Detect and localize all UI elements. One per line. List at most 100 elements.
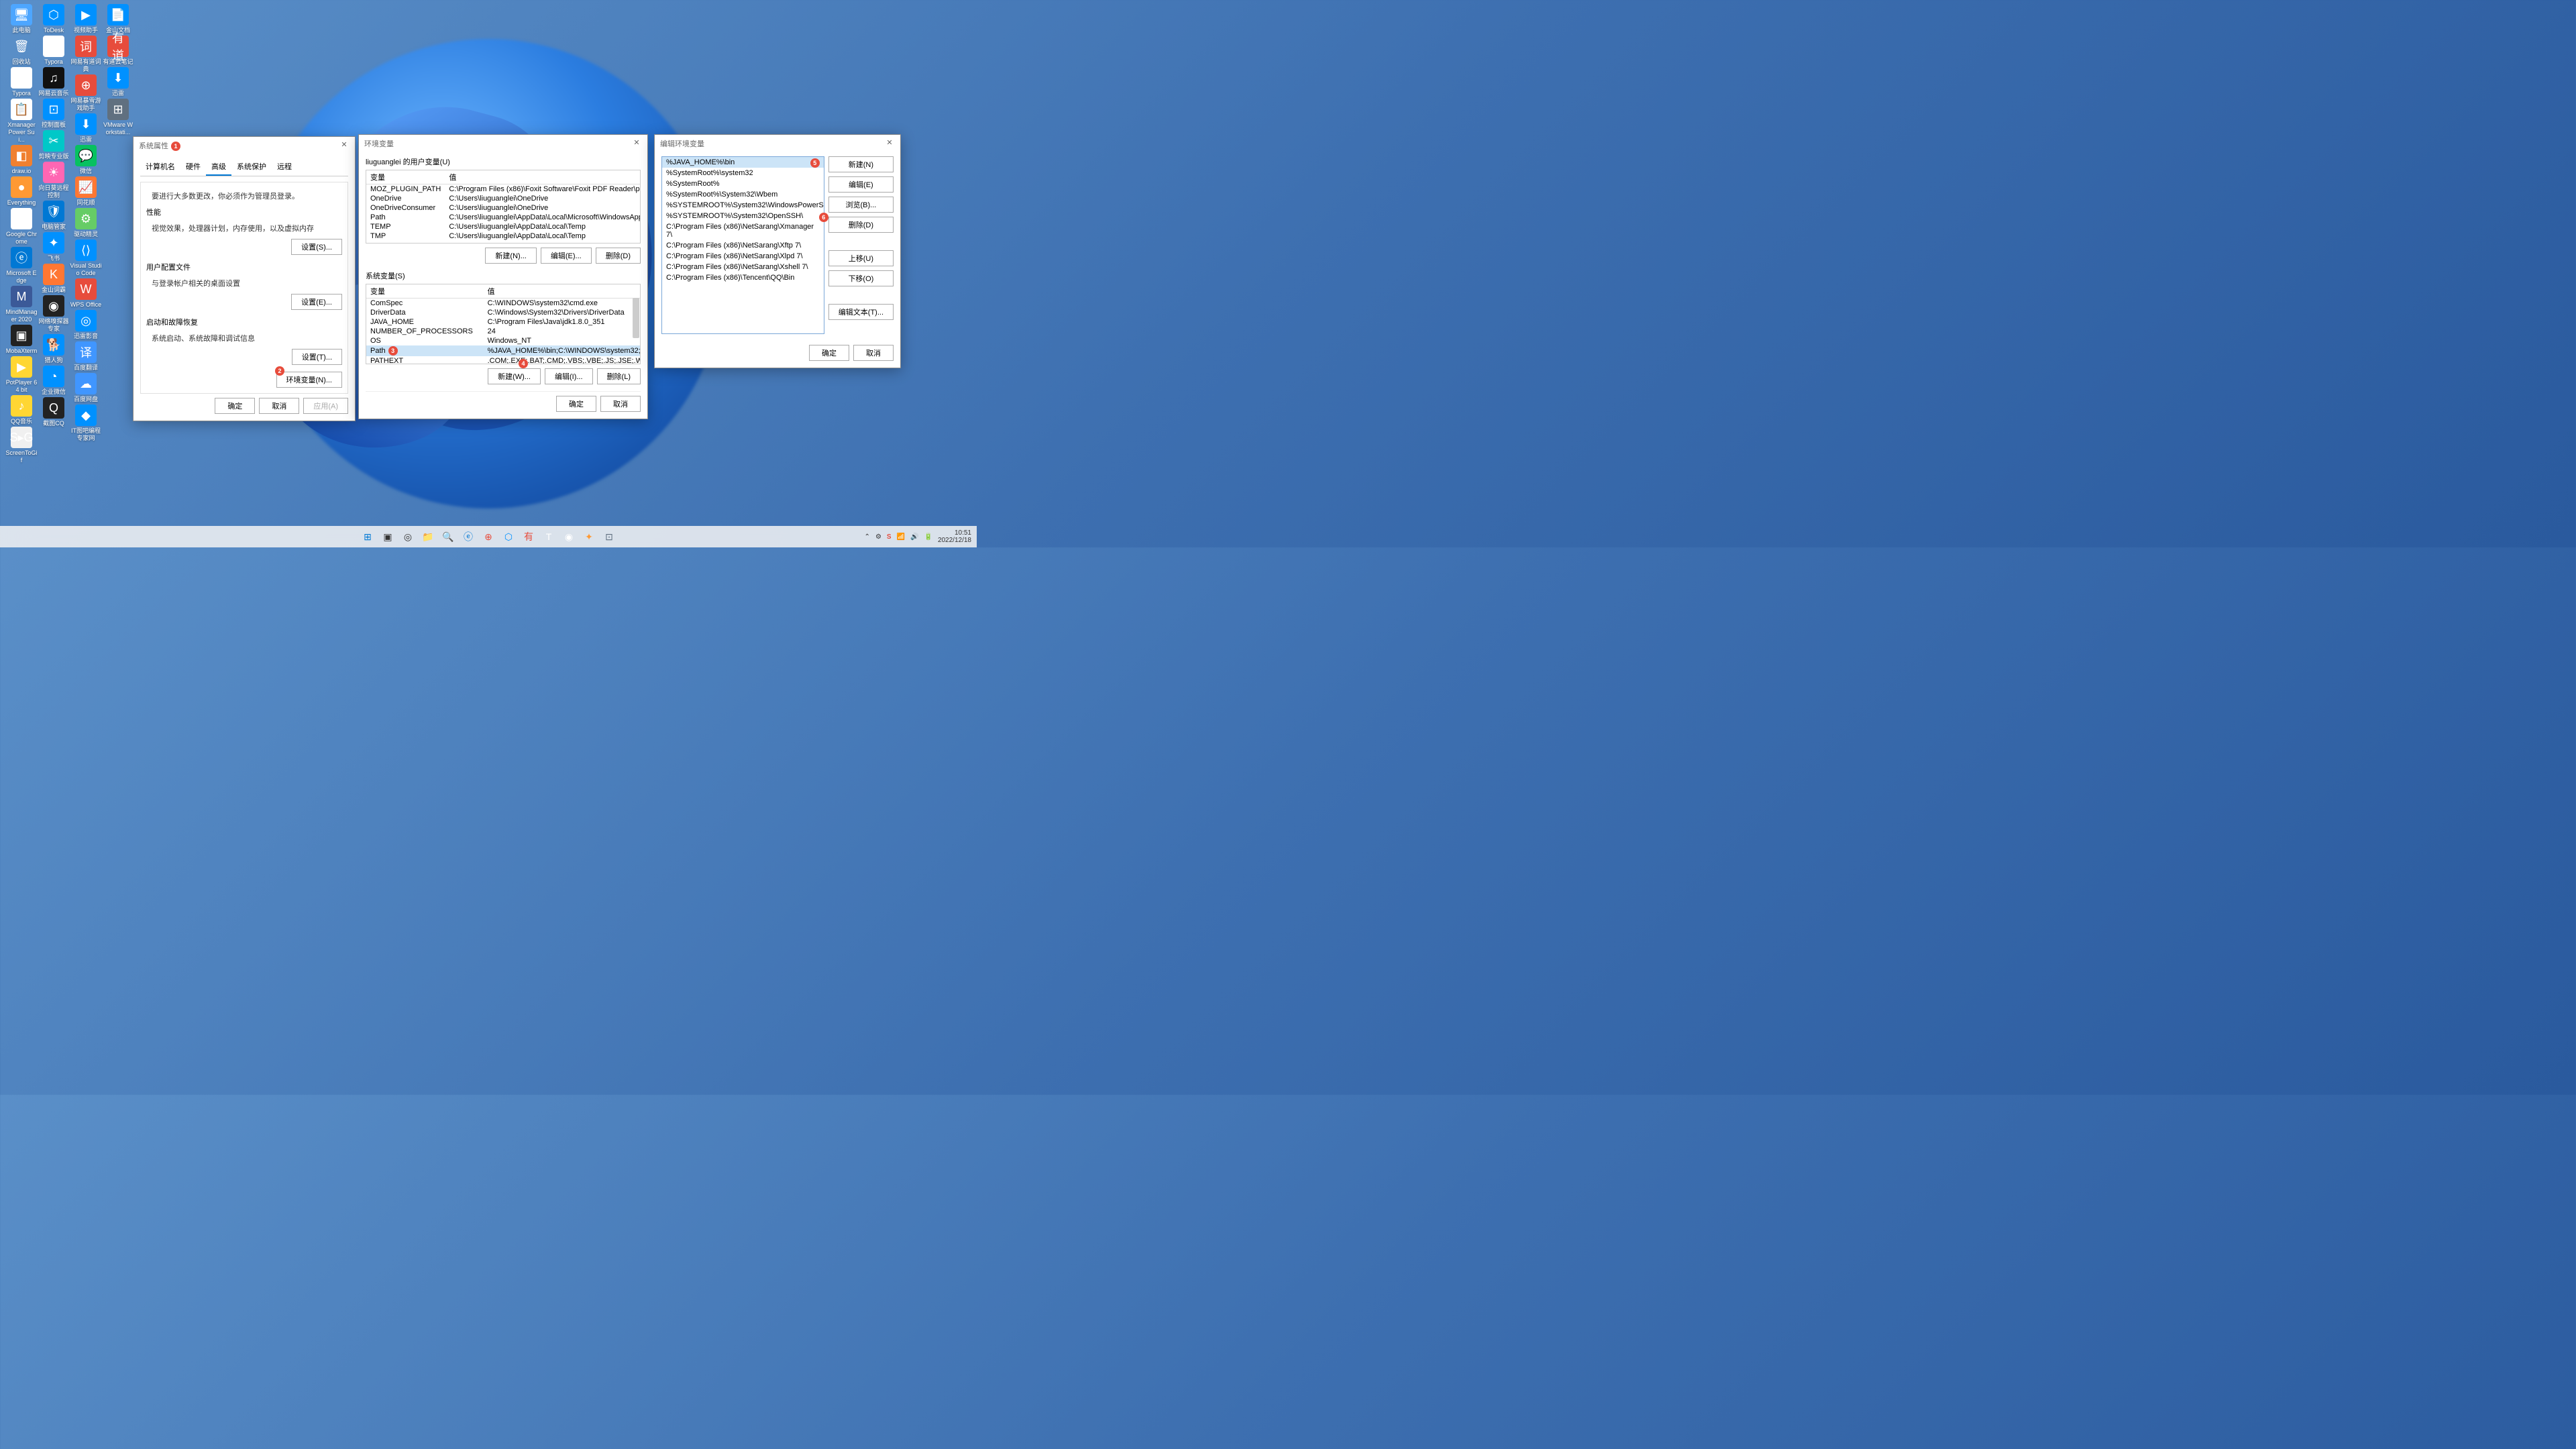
user-new-button[interactable]: 新建(N)...	[485, 248, 536, 264]
desktop-icon[interactable]: 📋Xmanager Power Sui...	[5, 99, 38, 144]
table-row[interactable]: OneDriveConsumerC:\Users\liuguanglei\One…	[366, 203, 641, 213]
ok-button[interactable]: 确定	[556, 396, 596, 412]
desktop-icon[interactable]: 有道有道云笔记	[102, 36, 134, 66]
tab-3[interactable]: 系统保护	[231, 158, 272, 176]
list-item[interactable]: %JAVA_HOME%\bin	[662, 157, 824, 168]
desktop-icon[interactable]: ✦飞书	[38, 232, 70, 262]
table-row[interactable]: Path3%JAVA_HOME%\bin;C:\WINDOWS\system32…	[366, 345, 641, 356]
desktop-icon[interactable]: ⬇迅雷	[70, 113, 102, 144]
col-header-val[interactable]: 值	[484, 284, 641, 299]
tab-1[interactable]: 硬件	[180, 158, 206, 176]
desktop-icon[interactable]: MMindManager 2020	[5, 286, 38, 323]
col-header-val[interactable]: 值	[445, 170, 641, 184]
taskbar-icon[interactable]: ⊡	[601, 529, 617, 545]
table-row[interactable]: PathC:\Users\liuguanglei\AppData\Local\M…	[366, 213, 641, 222]
taskbar-icon[interactable]: ◉	[561, 529, 577, 545]
desktop-icon[interactable]: 🛡电脑管家	[38, 201, 70, 231]
taskbar-icon[interactable]: 📁	[420, 529, 436, 545]
desktop-icon[interactable]: ▣MobaXterm	[5, 325, 38, 355]
volume-icon[interactable]: 🔊	[910, 533, 918, 541]
desktop-icon[interactable]: WWPS Office	[70, 278, 102, 309]
user-edit-button[interactable]: 编辑(E)...	[541, 248, 592, 264]
col-header-var[interactable]: 变量	[366, 284, 484, 299]
titlebar[interactable]: 编辑环境变量 ✕	[655, 135, 900, 152]
moveup-button[interactable]: 上移(U)	[828, 250, 894, 266]
profile-settings-button[interactable]: 设置(E)...	[291, 294, 342, 310]
cancel-button[interactable]: 取消	[600, 396, 641, 412]
table-row[interactable]: MOZ_PLUGIN_PATHC:\Program Files (x86)\Fo…	[366, 184, 641, 195]
close-icon[interactable]: ✕	[336, 139, 352, 152]
env-vars-button[interactable]: 环境变量(N)...	[276, 372, 342, 388]
perf-settings-button[interactable]: 设置(S)...	[291, 239, 342, 255]
titlebar[interactable]: 环境变量 ✕	[359, 135, 647, 152]
table-row[interactable]: DriverDataC:\Windows\System32\Drivers\Dr…	[366, 308, 641, 317]
close-icon[interactable]: ✕	[629, 137, 645, 150]
wifi-icon[interactable]: 📶	[897, 533, 905, 541]
desktop-icon[interactable]: ▶视频助手	[70, 4, 102, 34]
list-item[interactable]: C:\Program Files (x86)\Tencent\QQ\Bin	[662, 272, 824, 283]
taskbar-icon[interactable]: ⓔ	[460, 529, 476, 545]
tab-4[interactable]: 远程	[272, 158, 297, 176]
edit-button[interactable]: 编辑(E)	[828, 176, 894, 193]
close-icon[interactable]: ✕	[881, 137, 898, 150]
desktop-icon[interactable]: Q截图CQ	[38, 397, 70, 427]
list-item[interactable]: %SystemRoot%\system32	[662, 168, 824, 178]
table-row[interactable]: OneDriveC:\Users\liuguanglei\OneDrive	[366, 194, 641, 203]
edittext-button[interactable]: 编辑文本(T)...	[828, 304, 894, 320]
table-row[interactable]: TMPC:\Users\liuguanglei\AppData\Local\Te…	[366, 231, 641, 241]
table-row[interactable]: TEMPC:\Users\liuguanglei\AppData\Local\T…	[366, 222, 641, 231]
desktop-icon[interactable]: TTypora	[38, 36, 70, 66]
desktop-icon[interactable]: ◉网络嗅探器专家	[38, 295, 70, 333]
desktop-icon[interactable]: ⓔMicrosoft Edge	[5, 247, 38, 284]
desktop-icon[interactable]: ⬡ToDesk	[38, 4, 70, 34]
desktop-icon[interactable]: ●Everything	[5, 176, 38, 207]
desktop-icon[interactable]: ♪QQ音乐	[5, 395, 38, 425]
table-row[interactable]: JAVA_HOMEC:\Program Files\Java\jdk1.8.0_…	[366, 317, 641, 327]
taskbar-icon[interactable]: T	[541, 529, 557, 545]
tab-2[interactable]: 高级	[206, 158, 231, 176]
desktop-icon[interactable]: 💬微信	[70, 145, 102, 175]
table-row[interactable]: ComSpecC:\WINDOWS\system32\cmd.exe	[366, 299, 641, 309]
desktop-icon[interactable]: 🖥此电脑	[5, 4, 38, 34]
taskbar-icon[interactable]: ⊕	[480, 529, 496, 545]
new-button[interactable]: 新建(N)	[828, 156, 894, 172]
ok-button[interactable]: 确定	[215, 398, 255, 414]
desktop-icon[interactable]: ⊡控制面板	[38, 99, 70, 129]
desktop-icon[interactable]: ☀向日葵远程控制	[38, 162, 70, 199]
tab-0[interactable]: 计算机名	[140, 158, 180, 176]
apply-button[interactable]: 应用(A)	[303, 398, 348, 414]
desktop-icon[interactable]: 📈同花顺	[70, 176, 102, 207]
clock[interactable]: 10:51 2022/12/18	[938, 529, 971, 544]
desktop-icon[interactable]: ◧draw.io	[5, 145, 38, 175]
desktop-icon[interactable]: K金山词霸	[38, 264, 70, 294]
titlebar[interactable]: 系统属性1 ✕	[133, 137, 355, 154]
desktop-icon[interactable]: ▶PotPlayer 64 bit	[5, 356, 38, 394]
list-item[interactable]: C:\Program Files (x86)\NetSarang\Xmanage…	[662, 221, 824, 240]
sys-vars-table[interactable]: 变量值 ComSpecC:\WINDOWS\system32\cmd.exeDr…	[366, 284, 641, 364]
sys-delete-button[interactable]: 删除(L)	[597, 368, 641, 384]
cancel-button[interactable]: 取消	[259, 398, 299, 414]
desktop-icon[interactable]: 词网易有道词典	[70, 36, 102, 73]
desktop-icon[interactable]: ⟨⟩Visual Studio Code	[70, 239, 102, 277]
path-list[interactable]: %JAVA_HOME%\bin%SystemRoot%\system32%Sys…	[661, 156, 824, 334]
movedown-button[interactable]: 下移(O)	[828, 270, 894, 286]
desktop-icon[interactable]: ◎迅雷影音	[70, 310, 102, 340]
ime-icon[interactable]: S	[887, 533, 892, 541]
desktop-icon[interactable]: ♫网易云音乐	[38, 67, 70, 97]
scrollbar[interactable]	[633, 298, 639, 338]
delete-button[interactable]: 删除(D)	[828, 217, 894, 233]
chevron-up-icon[interactable]: ⌃	[865, 533, 870, 541]
cancel-button[interactable]: 取消	[853, 345, 894, 361]
desktop-icon[interactable]: 🗑回收站	[5, 36, 38, 66]
ok-button[interactable]: 确定	[809, 345, 849, 361]
table-row[interactable]: PATHEXT.COM;.EXE;.BAT;.CMD;.VBS;.VBE;.JS…	[366, 356, 641, 364]
taskbar-icon[interactable]: 有	[521, 529, 537, 545]
taskbar-icon[interactable]: 🔍	[440, 529, 456, 545]
desktop-icon[interactable]: ☁百度网盘	[70, 373, 102, 403]
desktop-icon[interactable]: ◔企业微信	[38, 366, 70, 396]
desktop-icon[interactable]: ◆IT图吧编程专家网	[70, 405, 102, 442]
list-item[interactable]: %SYSTEMROOT%\System32\WindowsPowerShell\…	[662, 200, 824, 211]
settings-icon[interactable]: ⚙	[875, 533, 881, 541]
desktop-icon[interactable]: ⬇迅雷	[102, 67, 134, 97]
desktop-icon[interactable]: TTypora	[5, 67, 38, 97]
